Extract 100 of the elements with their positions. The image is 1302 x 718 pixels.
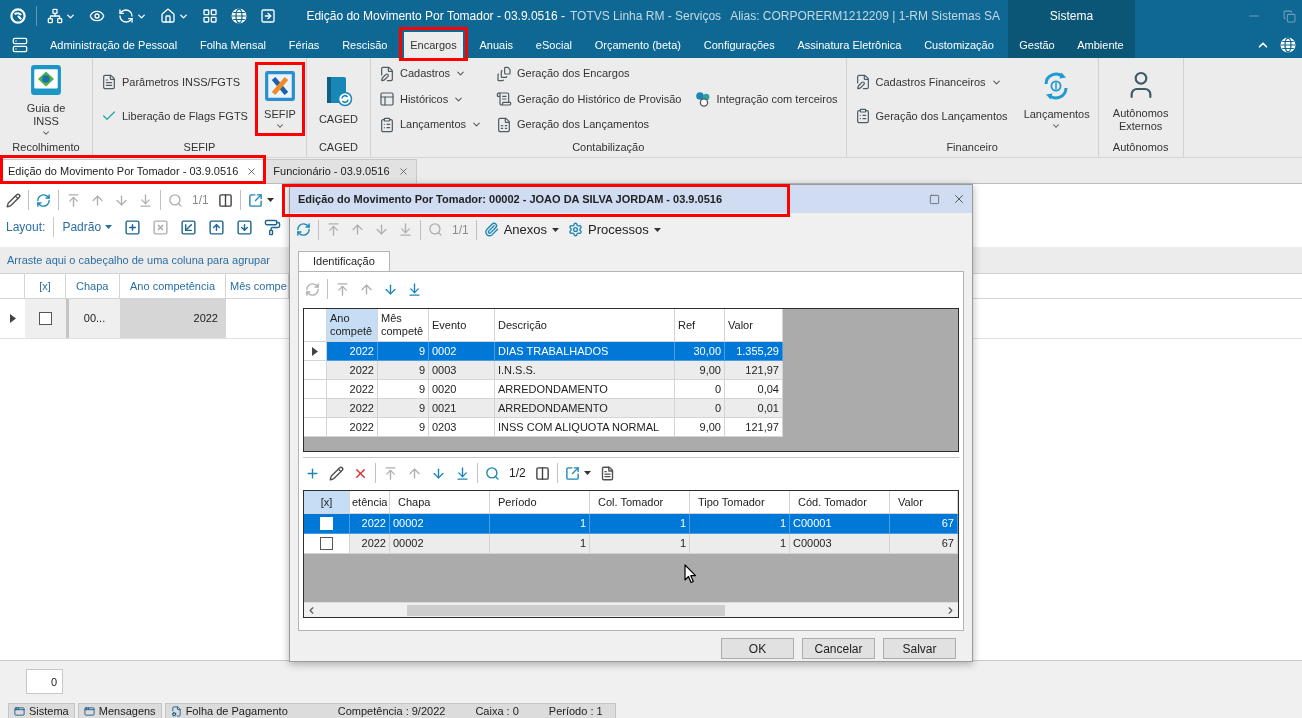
- close-icon[interactable]: [246, 166, 258, 177]
- ribbon-button[interactable]: Históricos: [376, 89, 467, 109]
- checkbox[interactable]: [39, 312, 52, 325]
- column-header[interactable]: Valor: [725, 309, 783, 342]
- menu-tab[interactable]: eSocial: [529, 32, 578, 58]
- arrow-down-icon[interactable]: [431, 465, 446, 481]
- ribbon-button[interactable]: Geração dos Lançamentos: [852, 106, 1010, 126]
- square-plus-icon[interactable]: [124, 218, 142, 236]
- column-header[interactable]: Descrição: [495, 309, 675, 342]
- horizontal-scrollbar[interactable]: [304, 602, 958, 617]
- layout-dropdown[interactable]: Padrão: [62, 218, 113, 236]
- arrow-down-to-line-icon[interactable]: [407, 281, 422, 297]
- logo-icon[interactable]: [10, 8, 26, 24]
- square-arrow-up-icon[interactable]: [208, 218, 226, 236]
- menu-tab[interactable]: Folha Mensal: [193, 32, 272, 58]
- menu-tab[interactable]: Ambiente: [1071, 32, 1130, 58]
- arrow-down-icon[interactable]: [383, 281, 398, 297]
- menu-tab[interactable]: Assinatura Eletrônica: [791, 32, 908, 58]
- ribbon-button[interactable]: SEFIP: [259, 67, 300, 131]
- document-tab[interactable]: Edição do Movimento Por Tomador - 03.9.0516: [0, 159, 266, 183]
- square-arrow-down-left-icon[interactable]: [180, 218, 198, 236]
- menu-tab[interactable]: Gestão: [1013, 32, 1061, 58]
- checkbox[interactable]: [320, 537, 333, 550]
- column-header[interactable]: Tipo Tomador: [690, 491, 790, 514]
- ribbon-button[interactable]: Parâmetros INSS/FGTS: [99, 72, 242, 92]
- arrow-down-to-line-icon[interactable]: [455, 465, 470, 481]
- table-row[interactable]: 2022 9 0021 ARREDONDAMENTO 0 0,01: [304, 399, 783, 418]
- dialog-button[interactable]: Cancelar: [802, 638, 875, 659]
- menu-tab[interactable]: Rescisão: [336, 32, 394, 58]
- refresh-icon[interactable]: [36, 192, 51, 208]
- export-icon[interactable]: [247, 192, 263, 208]
- caret-icon[interactable]: [266, 198, 274, 202]
- caret-icon[interactable]: [583, 471, 591, 475]
- table-row[interactable]: 2022 00002 1 1 1 C00001 67: [304, 514, 958, 534]
- status-tab[interactable]: Sistema: [8, 703, 75, 718]
- dialog-button[interactable]: OK: [721, 638, 794, 659]
- ribbon-button[interactable]: Cadastros Financeiros: [852, 72, 1004, 92]
- column-header[interactable]: Ref: [675, 309, 725, 342]
- columns-icon[interactable]: [534, 465, 550, 481]
- menu-button[interactable]: Processos: [568, 219, 661, 240]
- column-header[interactable]: [x]: [304, 491, 350, 514]
- globe-icon[interactable]: [1280, 37, 1296, 53]
- close-icon[interactable]: [397, 166, 409, 177]
- column-header[interactable]: Ano competê: [327, 309, 378, 342]
- menu-tab[interactable]: Customização: [918, 32, 1000, 58]
- menu-tab[interactable]: Configurações: [697, 32, 781, 58]
- column-header[interactable]: Cód. Tomador: [790, 491, 890, 514]
- count-field[interactable]: 0: [26, 669, 63, 694]
- ribbon-button[interactable]: Geração dos Encargos: [494, 63, 632, 84]
- menu-tab[interactable]: Anuais: [473, 32, 520, 58]
- pencil-icon[interactable]: [6, 192, 21, 208]
- menu-tab[interactable]: Administração de Pessoal: [44, 32, 184, 58]
- column-header[interactable]: Ano competência: [120, 274, 226, 298]
- dialog-button[interactable]: Salvar: [883, 638, 956, 659]
- column-header[interactable]: Mês competê: [378, 309, 429, 342]
- exit-icon[interactable]: [260, 8, 276, 24]
- ribbon-button[interactable]: Cadastros: [376, 63, 469, 84]
- ribbon-button[interactable]: Autônomos Externos: [1104, 65, 1177, 133]
- menu-tab[interactable]: Encargos: [404, 32, 463, 58]
- refresh-icon[interactable]: [118, 8, 134, 24]
- column-header[interactable]: Período: [490, 491, 590, 514]
- paint-roller-icon[interactable]: [264, 218, 282, 236]
- ribbon-button[interactable]: Integração com terceiros: [693, 89, 840, 109]
- column-header[interactable]: Valor: [890, 491, 958, 514]
- document-tab[interactable]: Funcionário - 03.9.0516: [265, 159, 417, 183]
- ribbon-button[interactable]: Geração dos Lançamentos: [494, 114, 652, 135]
- home-icon[interactable]: [160, 8, 176, 24]
- column-header[interactable]: Chapa: [66, 274, 120, 298]
- table-row[interactable]: 2022 00002 1 1 1 C00003 67: [304, 534, 958, 554]
- pencil-icon[interactable]: [329, 465, 344, 481]
- search-icon[interactable]: [485, 465, 500, 481]
- menu-tab[interactable]: Férias: [282, 32, 326, 58]
- maximize-icon[interactable]: [929, 193, 940, 205]
- globe-icon[interactable]: [231, 8, 247, 24]
- columns-icon[interactable]: [217, 192, 233, 208]
- table-row[interactable]: 2022 9 0003 I.N.S.S. 9,00 121,97: [304, 361, 783, 380]
- network-icon[interactable]: [47, 8, 63, 24]
- plus-icon[interactable]: [305, 465, 320, 481]
- menu-button[interactable]: Anexos: [483, 219, 560, 240]
- status-tab[interactable]: Mensagens: [77, 703, 162, 718]
- refresh-icon[interactable]: [296, 222, 311, 237]
- ribbon-button[interactable]: Liberação de Flags FGTS: [99, 106, 250, 126]
- ribbon-button[interactable]: Guia de INSS: [10, 60, 82, 138]
- ribbon-button[interactable]: Geração do Histórico de Provisão: [494, 89, 684, 109]
- tab[interactable]: Identificação: [298, 251, 390, 271]
- menu-tab[interactable]: Orçamento (beta): [588, 32, 687, 58]
- ribbon-button[interactable]: CAGED: [314, 72, 362, 126]
- table-row[interactable]: 2022 9 0002 DIAS TRABALHADOS 30,00 1.355,29: [304, 342, 783, 361]
- table-row[interactable]: 2022 9 0203 INSS COM ALIQUOTA NORMAL 9,00 121,97: [304, 418, 783, 437]
- square-arrow-down-icon[interactable]: [236, 218, 254, 236]
- scroll-thumb[interactable]: [407, 604, 725, 616]
- stack-icon[interactable]: [12, 37, 28, 53]
- column-header[interactable]: [x]: [25, 274, 66, 298]
- ribbon-button[interactable]: Lançamentos: [376, 114, 484, 135]
- export-icon[interactable]: [564, 465, 580, 481]
- close-icon[interactable]: [952, 192, 966, 206]
- document-icon[interactable]: [599, 465, 615, 481]
- column-header[interactable]: Evento: [429, 309, 495, 342]
- column-header[interactable]: etência: [350, 491, 390, 514]
- column-header[interactable]: Chapa: [390, 491, 490, 514]
